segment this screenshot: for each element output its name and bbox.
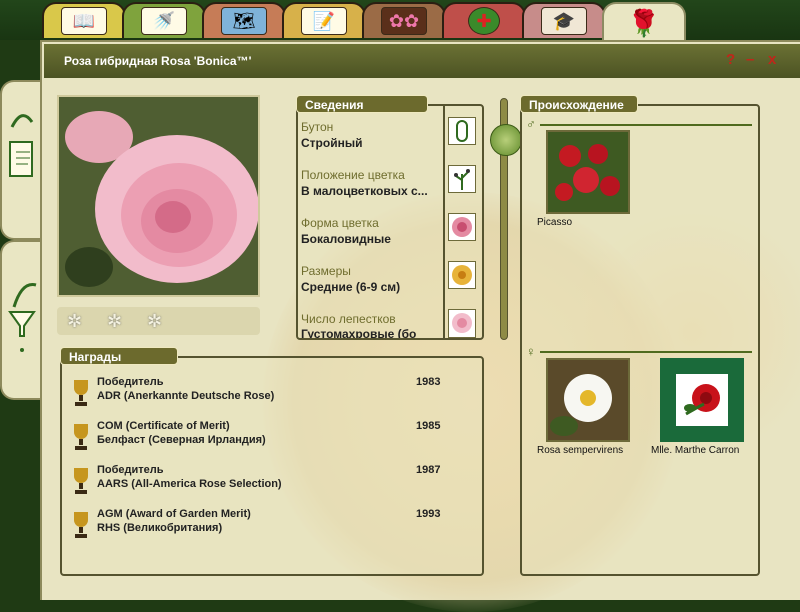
info-label-petals: Число лепестков (301, 312, 396, 326)
tab-rose[interactable]: 🌹 (602, 2, 686, 42)
tab-map[interactable]: 🗺 (202, 2, 286, 38)
female-icon: ♀ (526, 344, 536, 359)
flower-position-icon[interactable] (448, 165, 476, 193)
notes-icon: 📝 (301, 7, 347, 35)
award-3-year: 1987 (416, 464, 441, 476)
awards-title: Награды (60, 347, 178, 365)
award-3-line1: Победитель (97, 464, 164, 476)
bud-shape-icon[interactable] (448, 117, 476, 145)
rose-icon: 🌹 (627, 7, 661, 38)
flower-size-icon[interactable] (448, 261, 476, 289)
parent-marthe-carron-name: Mlle. Marthe Carron (651, 445, 740, 456)
award-1-line2: ADR (Anerkannte Deutsche Rose) (97, 390, 275, 402)
star-icon-2[interactable]: ✲ (107, 311, 127, 331)
rose-photo-image (59, 97, 258, 295)
tab-book[interactable]: 📖 (42, 2, 126, 38)
close-button[interactable]: x (768, 51, 776, 68)
parent-picasso-name: Picasso (537, 217, 573, 228)
award-4-year: 1993 (416, 508, 441, 520)
title-bar: Роза гибридная Rosa 'Bonica™' ? – x (44, 44, 800, 78)
petal-count-icon[interactable] (448, 309, 476, 338)
male-line (540, 124, 752, 126)
info-label-size: Размеры (301, 264, 351, 278)
health-cross-icon: ✚ (468, 7, 500, 35)
info-title: Сведения (296, 95, 428, 113)
gardener-icon: 🎓 (541, 7, 587, 35)
award-2-line1: COM (Certificate of Merit) (97, 420, 230, 432)
info-value-shape: Бокаловидные (301, 232, 391, 246)
info-label-bud: Бутон (301, 120, 334, 134)
help-button[interactable]: ? (726, 51, 735, 68)
tab-notes[interactable]: 📝 (282, 2, 366, 38)
trophy-icon (70, 422, 92, 454)
trophy-icon (70, 378, 92, 410)
parent-marthe-carron-image[interactable] (660, 358, 744, 442)
male-icon: ♂ (526, 116, 536, 131)
award-1-line1: Победитель (97, 376, 164, 388)
award-2-year: 1985 (416, 420, 441, 432)
info-label-position: Положение цветка (301, 168, 405, 182)
tab-gallery[interactable]: ✿✿ (362, 2, 446, 38)
parent-sempervirens-image[interactable] (546, 358, 630, 442)
rose-photo (57, 95, 260, 297)
map-icon: 🗺 (221, 7, 267, 35)
tab-gardener[interactable]: 🎓 (522, 2, 606, 38)
star-icon-3[interactable]: ✲ (147, 311, 167, 331)
parent-marthe-carron-frame (676, 374, 728, 426)
star-icon-1[interactable]: ✲ (67, 311, 87, 331)
parent-sempervirens-name: Rosa sempervirens (537, 445, 624, 456)
parent-picasso-image[interactable] (546, 130, 630, 214)
info-label-shape: Форма цветка (301, 216, 379, 230)
funnel-leaf-icon (8, 282, 37, 352)
flower-shape-icon[interactable] (448, 213, 476, 241)
trophy-icon (70, 466, 92, 498)
info-value-bud: Стройный (301, 136, 363, 150)
side-tab-origin[interactable] (0, 240, 42, 400)
red-rose-icon (684, 384, 720, 416)
book-icon: 📖 (61, 7, 107, 35)
trophy-icon (70, 510, 92, 542)
tab-bar: 📖 🚿 🗺 📝 ✿✿ ✚ 🎓 🌹 (0, 0, 800, 42)
origin-title: Происхождение (520, 95, 638, 113)
award-4-line2: RHS (Великобритания) (97, 522, 223, 534)
tab-watering[interactable]: 🚿 (122, 2, 206, 38)
award-3-line2: AARS (All-America Rose Selection) (97, 478, 282, 490)
award-1-year: 1983 (416, 376, 441, 388)
info-value-position: В малоцветковых с... (301, 184, 428, 198)
info-value-petals: Густомахровые (бо (301, 327, 417, 338)
minimize-button[interactable]: – (746, 51, 754, 68)
info-divider (443, 106, 445, 338)
gallery-icon: ✿✿ (381, 7, 427, 35)
scroll-thumb-leaf-icon[interactable] (490, 124, 522, 156)
side-tab-description[interactable] (0, 80, 42, 240)
tab-health[interactable]: ✚ (442, 2, 526, 38)
award-4-line1: AGM (Award of Garden Merit) (97, 508, 251, 520)
female-line (540, 351, 752, 353)
watering-can-icon: 🚿 (141, 7, 187, 35)
window-title: Роза гибридная Rosa 'Bonica™' (64, 54, 252, 68)
award-2-line2: Белфаст (Северная Ирландия) (97, 434, 266, 446)
rating-bar: ✲ ✲ ✲ (57, 307, 260, 335)
info-value-size: Средние (6-9 см) (301, 280, 401, 294)
scroll-leaf-icon (9, 114, 34, 177)
